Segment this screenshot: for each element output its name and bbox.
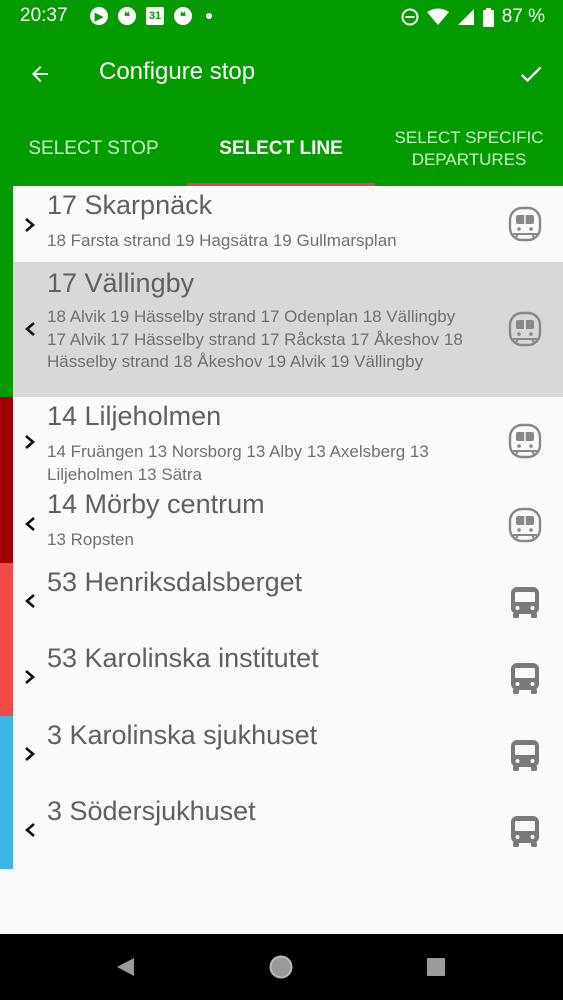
metro-icon xyxy=(508,423,542,459)
nav-home-button[interactable] xyxy=(266,952,296,982)
line-row-1[interactable]: 17 Vällingby 18 Alvik 19 Hässelby strand… xyxy=(13,262,563,397)
metro-icon xyxy=(508,311,542,347)
notification-icons: ▶ ❝ 31 ❝ xyxy=(90,7,212,25)
save-button[interactable] xyxy=(509,52,553,96)
line-color-stripe-green xyxy=(0,186,13,397)
app-bar: Configure stop xyxy=(0,34,563,112)
line-color-stripe-bus-blue xyxy=(0,716,13,869)
system-nav-bar xyxy=(0,934,563,1000)
tab-select-line[interactable]: SELECT LINE xyxy=(187,112,375,186)
chevron-left-icon xyxy=(25,517,35,531)
chevron-right-icon xyxy=(25,435,35,449)
line-title: 53 Henriksdalsberget xyxy=(47,567,303,597)
line-title: 14 Mörby centrum xyxy=(47,489,265,519)
triangle-back-icon xyxy=(117,958,134,976)
page-title: Configure stop xyxy=(99,58,256,85)
line-color-stripe-bus-red xyxy=(0,563,13,716)
line-subtitle: 18 Alvik 19 Hässelby strand 17 Odenplan … xyxy=(47,307,463,371)
home-circle-icon xyxy=(269,955,293,979)
nav-back-button[interactable] xyxy=(110,952,140,982)
signal-icon xyxy=(457,9,474,25)
back-button[interactable] xyxy=(18,52,62,96)
chat-icon: ❝ xyxy=(174,7,192,25)
line-subtitle: 14 Fruängen 13 Norsborg 13 Alby 13 Axels… xyxy=(47,442,429,484)
status-time: 20:37 xyxy=(20,5,68,26)
chat-icon: ❝ xyxy=(118,7,136,25)
nav-recents-button[interactable] xyxy=(421,952,451,982)
tab-select-stop[interactable]: SELECT STOP xyxy=(0,112,187,186)
metro-icon xyxy=(508,206,542,242)
line-title: 14 Liljeholmen xyxy=(47,401,222,431)
line-row-0[interactable]: 17 Skarpnäck 18 Farsta strand 19 Hagsätr… xyxy=(13,186,563,262)
line-title: 3 Södersjukhuset xyxy=(47,796,256,826)
square-recents-icon xyxy=(427,958,445,976)
line-subtitle: 13 Ropsten xyxy=(47,530,134,549)
bus-icon xyxy=(511,663,539,694)
line-subtitle: 18 Farsta strand 19 Hagsätra 19 Gullmars… xyxy=(47,231,397,250)
wifi-icon xyxy=(426,8,449,25)
calendar-icon: 31 xyxy=(146,7,164,25)
chevron-left-icon xyxy=(25,594,35,608)
line-row-3[interactable]: 14 Mörby centrum 13 Ropsten xyxy=(13,485,563,563)
chevron-right-icon xyxy=(25,747,35,761)
line-color-stripe-red xyxy=(0,397,13,563)
status-bar: 20:37 ▶ ❝ 31 ❝ 87 % xyxy=(0,0,563,34)
chevron-right-icon xyxy=(25,670,35,684)
line-row-4[interactable]: 53 Henriksdalsberget xyxy=(13,563,563,639)
tab-select-specific-departures[interactable]: SELECT SPECIFIC DEPARTURES xyxy=(375,112,563,186)
line-row-2[interactable]: 14 Liljeholmen 14 Fruängen 13 Norsborg 1… xyxy=(13,397,563,485)
check-icon xyxy=(520,66,542,83)
tab-bar: SELECT STOP SELECT LINE SELECT SPECIFIC … xyxy=(0,112,563,186)
arrow-back-icon xyxy=(32,66,48,82)
play-icon: ▶ xyxy=(90,7,108,25)
line-title: 17 Vällingby xyxy=(47,268,195,298)
bus-icon xyxy=(511,587,539,618)
battery-percent: 87 % xyxy=(501,6,545,27)
line-row-7[interactable]: 3 Södersjukhuset xyxy=(13,792,563,869)
line-title: 17 Skarpnäck xyxy=(47,190,213,220)
more-notifications-icon xyxy=(206,13,212,19)
chevron-left-icon xyxy=(25,322,35,336)
bus-icon xyxy=(511,740,539,771)
do-not-disturb-icon xyxy=(401,8,419,26)
battery-icon xyxy=(482,7,494,27)
system-icons: 87 % xyxy=(401,6,545,28)
line-title: 53 Karolinska institutet xyxy=(47,643,319,673)
chevron-right-icon xyxy=(25,218,35,232)
line-row-6[interactable]: 3 Karolinska sjukhuset xyxy=(13,716,563,792)
line-title: 3 Karolinska sjukhuset xyxy=(47,720,318,750)
line-list: 17 Skarpnäck 18 Farsta strand 19 Hagsätr… xyxy=(0,186,563,934)
metro-icon xyxy=(508,507,542,543)
line-row-5[interactable]: 53 Karolinska institutet xyxy=(13,639,563,716)
chevron-left-icon xyxy=(25,823,35,837)
bus-icon xyxy=(511,816,539,847)
